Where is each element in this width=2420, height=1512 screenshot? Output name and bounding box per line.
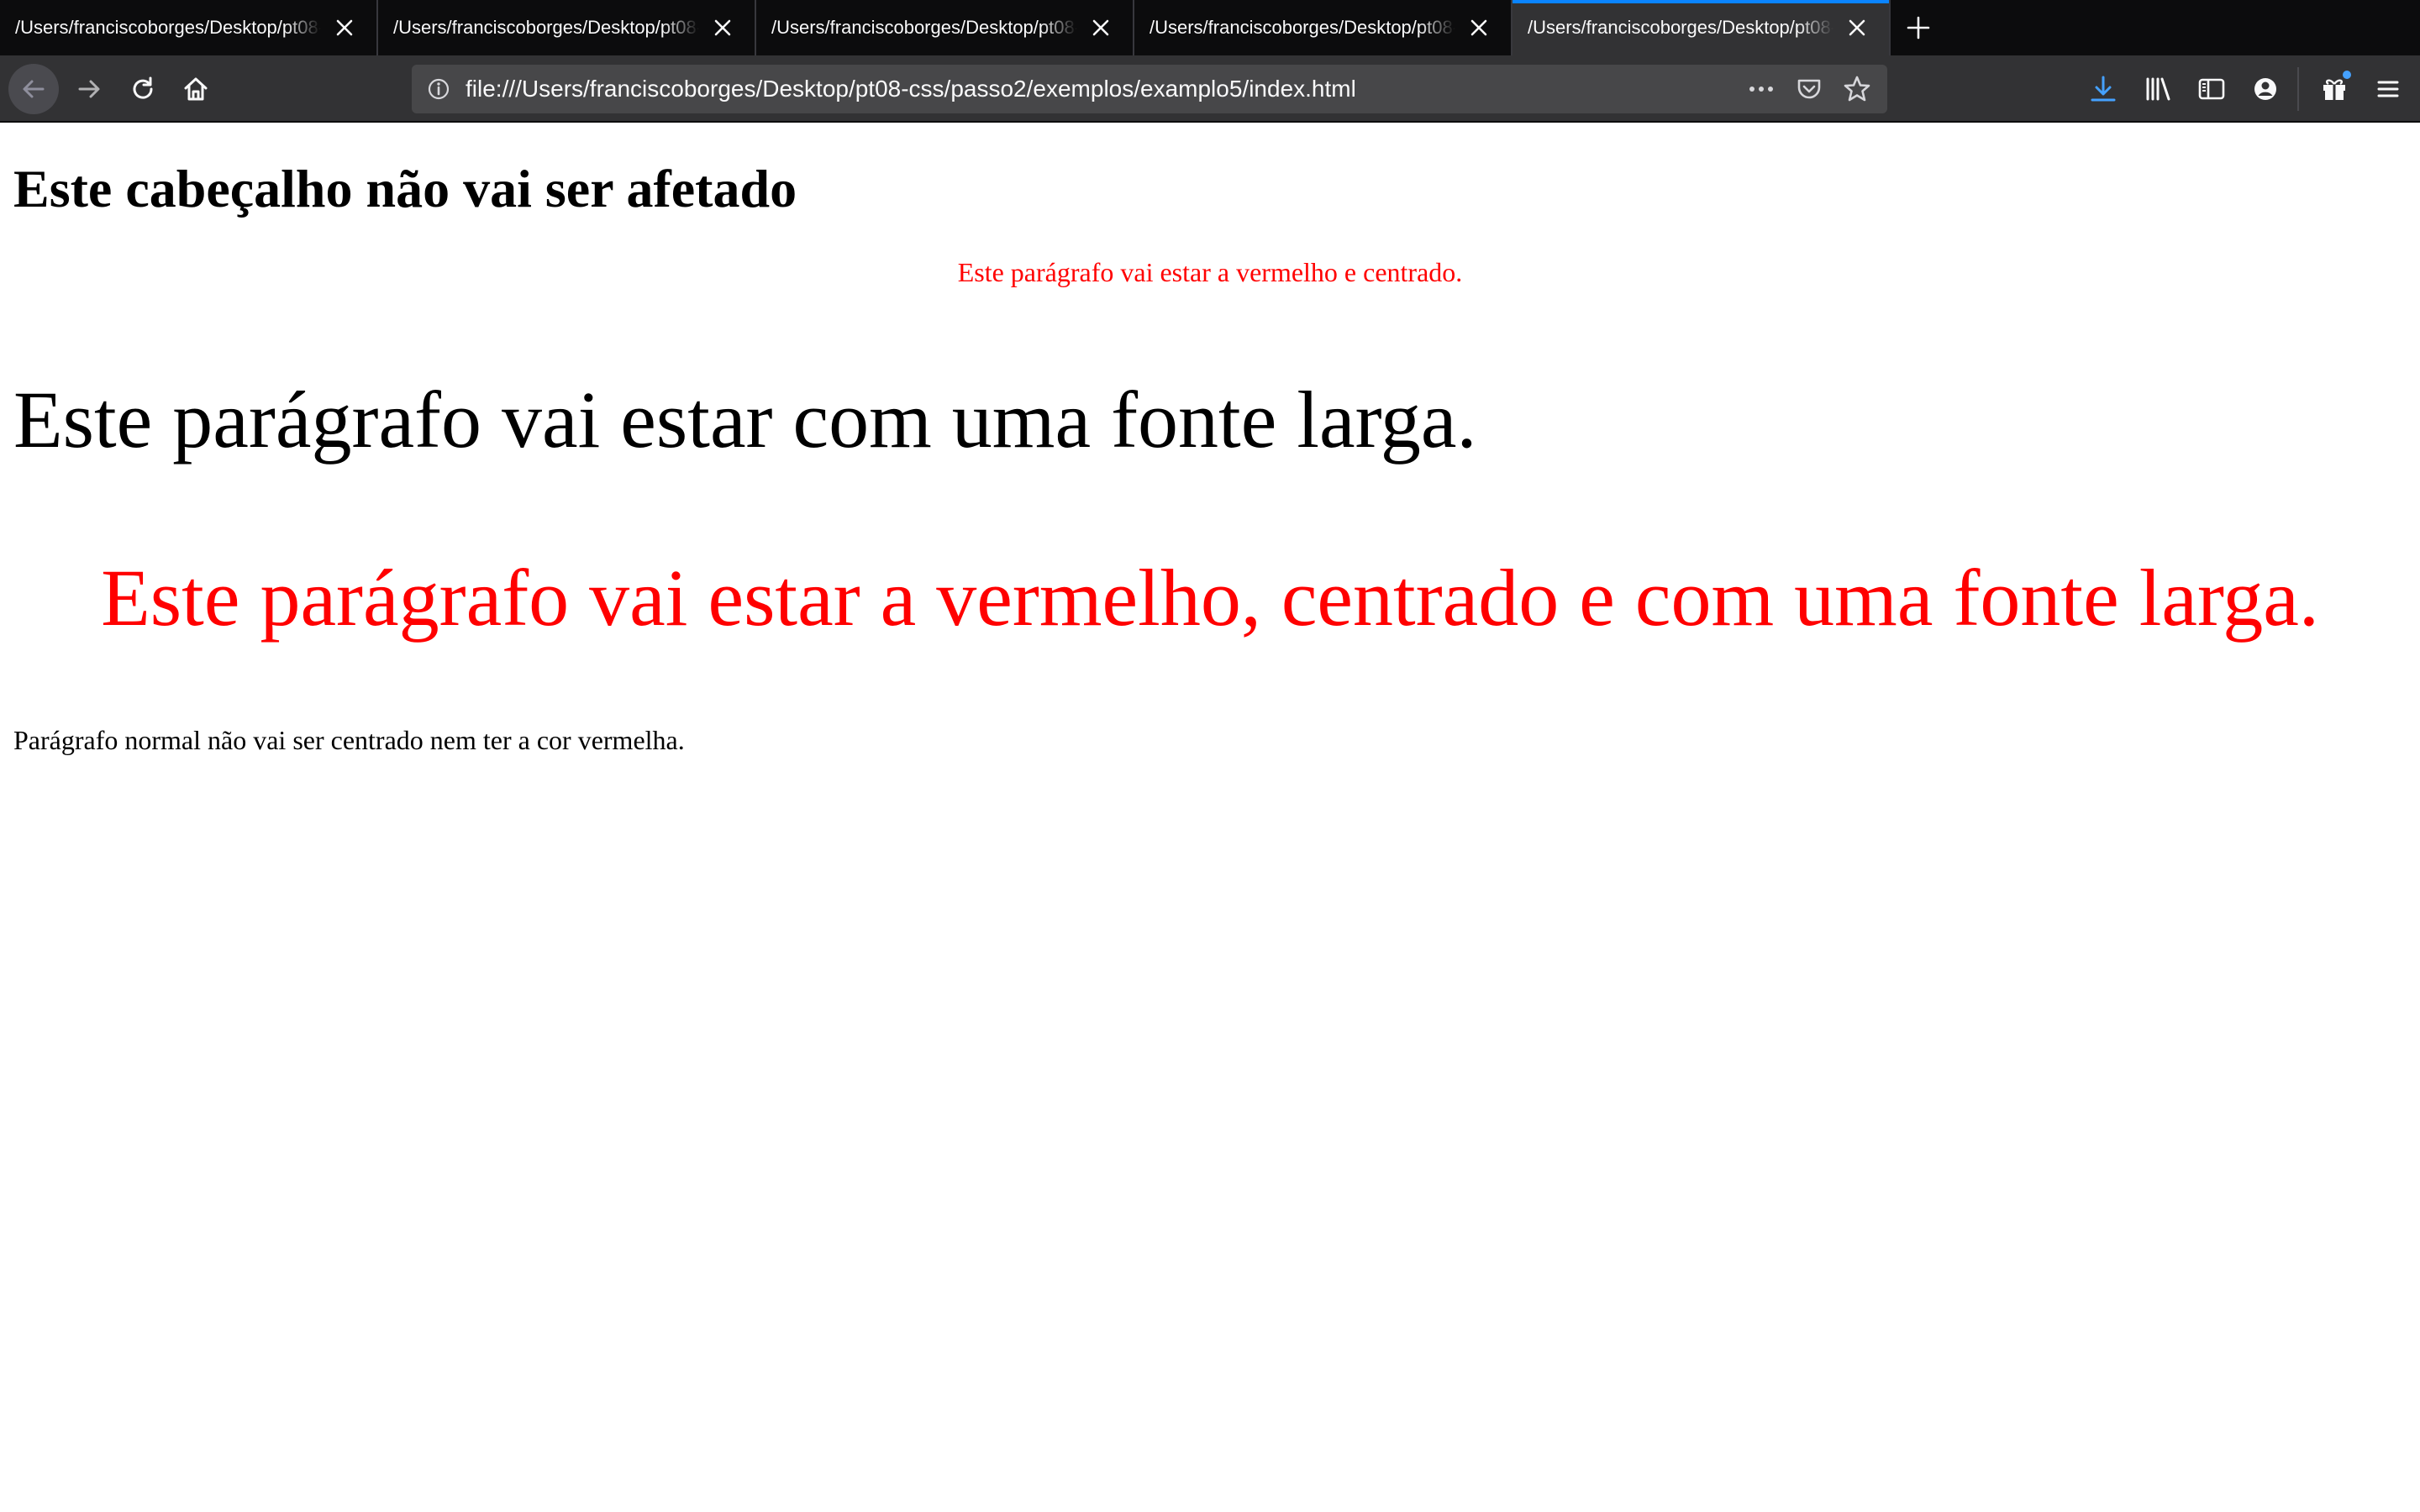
home-icon	[184, 77, 208, 101]
close-icon[interactable]	[1089, 16, 1113, 39]
navigation-toolbar: file:///Users/franciscoborges/Desktop/pt…	[0, 55, 2420, 123]
reload-button[interactable]	[118, 64, 168, 114]
forward-button[interactable]	[64, 64, 114, 114]
close-icon[interactable]	[1845, 16, 1869, 39]
tab-title: /Users/franciscoborges/Desktop/pt08-css/…	[15, 17, 321, 38]
tab-title: /Users/franciscoborges/Desktop/pt08-css/…	[1528, 17, 1833, 38]
url-text[interactable]: file:///Users/franciscoborges/Desktop/pt…	[466, 76, 1746, 102]
library-button[interactable]	[2139, 71, 2176, 108]
tab-title: /Users/franciscoborges/Desktop/pt08-css/…	[1150, 17, 1455, 38]
tab-title: /Users/franciscoborges/Desktop/pt08-css/…	[393, 17, 699, 38]
whats-new-button[interactable]	[2316, 71, 2353, 108]
back-button[interactable]	[8, 64, 59, 114]
page-content: Este cabeçalho não vai ser afetado Este …	[0, 124, 2420, 1512]
new-tab-button[interactable]	[1891, 0, 1946, 55]
large-font-paragraph: Este parágrafo vai estar com uma fonte l…	[13, 375, 1477, 465]
browser-tab[interactable]: /Users/franciscoborges/Desktop/pt08-css/…	[378, 0, 756, 55]
close-icon[interactable]	[1467, 16, 1491, 39]
hamburger-menu-icon	[2377, 81, 2399, 97]
page-heading: Este cabeçalho não vai ser afetado	[13, 159, 797, 218]
browser-tab[interactable]: /Users/franciscoborges/Desktop/pt08-css/…	[1134, 0, 1512, 55]
normal-paragraph: Parágrafo normal não vai ser centrado ne…	[13, 725, 685, 755]
sidebar-icon	[2198, 78, 2225, 100]
browser-tab-active[interactable]: /Users/franciscoborges/Desktop/pt08-css/…	[1512, 0, 1891, 55]
menu-button[interactable]	[2370, 71, 2407, 108]
pocket-icon[interactable]	[1795, 75, 1823, 103]
url-bar[interactable]: file:///Users/franciscoborges/Desktop/pt…	[412, 65, 1887, 113]
account-icon	[2254, 78, 2276, 100]
red-centered-paragraph: Este parágrafo vai estar a vermelho e ce…	[957, 257, 1463, 287]
bookmark-star-icon[interactable]	[1842, 74, 1872, 104]
red-centered-large-paragraph: Este parágrafo vai estar a vermelho, cen…	[101, 553, 2319, 643]
downloads-button[interactable]	[2085, 71, 2122, 108]
back-arrow-icon	[23, 80, 45, 98]
info-icon[interactable]	[427, 77, 450, 101]
reload-icon	[133, 76, 153, 99]
library-icon	[2146, 77, 2170, 101]
sidebar-button[interactable]	[2193, 71, 2230, 108]
forward-arrow-icon	[78, 80, 100, 98]
page-actions-icon[interactable]	[1746, 77, 1776, 101]
close-icon[interactable]	[333, 16, 356, 39]
browser-tab[interactable]: /Users/franciscoborges/Desktop/pt08-css/…	[0, 0, 378, 55]
home-button[interactable]	[171, 64, 221, 114]
tab-title: /Users/franciscoborges/Desktop/pt08-css/…	[771, 17, 1077, 38]
toolbar-separator	[2297, 67, 2299, 111]
browser-tab[interactable]: /Users/franciscoborges/Desktop/pt08-css/…	[756, 0, 1134, 55]
account-button[interactable]	[2247, 71, 2284, 108]
notification-dot	[2343, 71, 2351, 79]
close-icon[interactable]	[711, 16, 734, 39]
plus-icon	[1907, 16, 1930, 39]
tab-strip: /Users/franciscoborges/Desktop/pt08-css/…	[0, 0, 2420, 55]
download-icon	[2091, 76, 2116, 102]
